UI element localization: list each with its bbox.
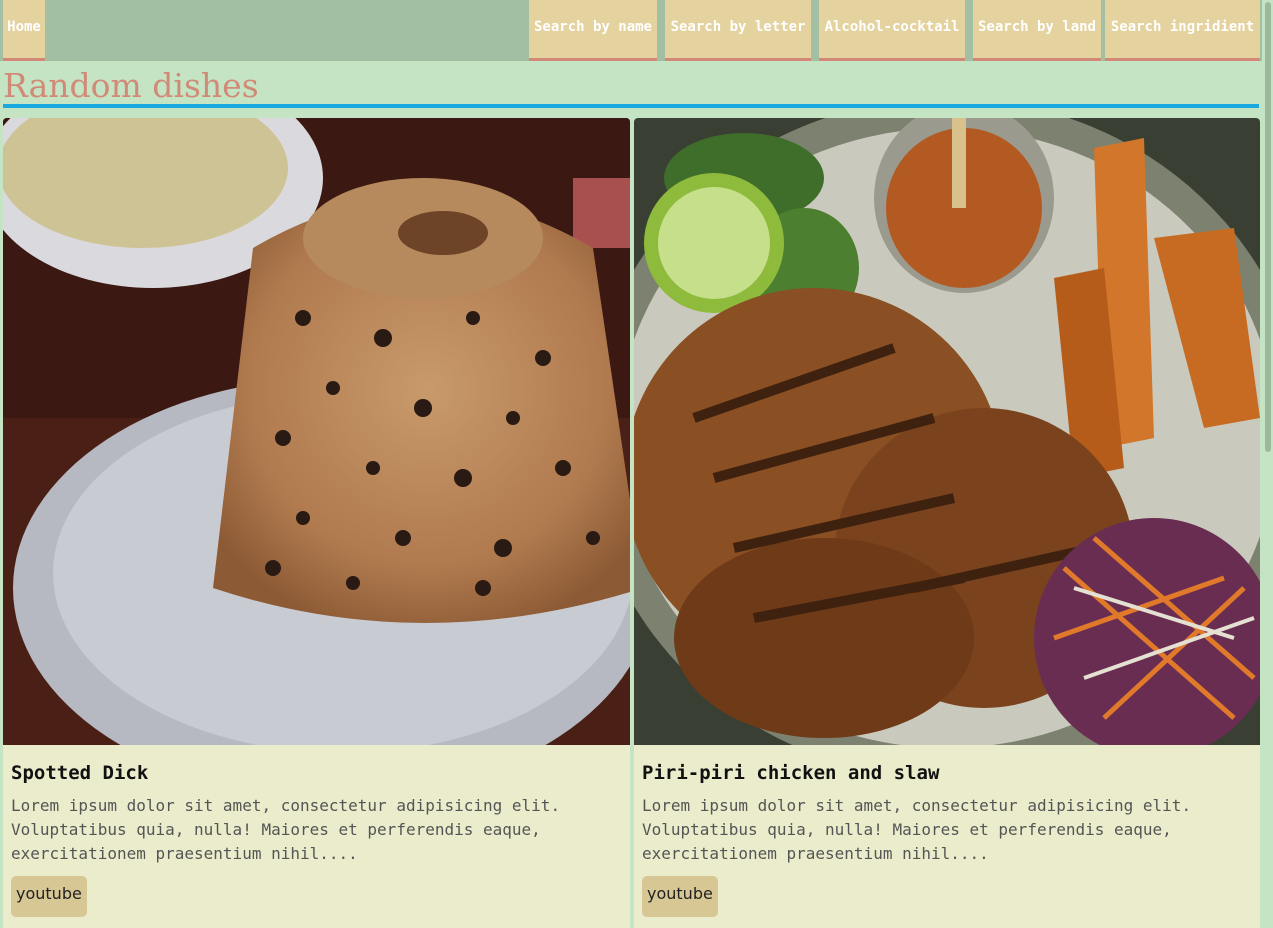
scrollbar-thumb[interactable] [1265, 2, 1271, 452]
spotted-dick-photo [3, 118, 630, 745]
nav-home[interactable]: Home [3, 0, 45, 61]
page-title: Random dishes [3, 64, 1259, 108]
recipe-title: Spotted Dick [11, 762, 149, 784]
nav-search-ingredient[interactable]: Search ingridient [1105, 0, 1260, 61]
nav-search-by-land[interactable]: Search by land [973, 0, 1101, 61]
piri-piri-chicken-photo [634, 118, 1260, 745]
nav-alcohol-cocktail[interactable]: Alcohol-cocktail [819, 0, 965, 61]
recipe-image-spotted-dick[interactable] [3, 118, 630, 745]
recipe-card: Piri-piri chicken and slaw Lorem ipsum d… [634, 118, 1260, 928]
recipe-card: Spotted Dick Lorem ipsum dolor sit amet,… [3, 118, 630, 928]
recipe-description: Lorem ipsum dolor sit amet, consectetur … [642, 796, 1192, 863]
youtube-button[interactable]: youtube [642, 876, 718, 917]
recipe-image-piri-piri-chicken[interactable] [634, 118, 1260, 745]
top-navigation: Home Search by name Search by letter Alc… [0, 0, 1262, 61]
page-scrollbar[interactable] [1262, 0, 1273, 915]
recipe-description: Lorem ipsum dolor sit amet, consectetur … [11, 796, 561, 863]
nav-search-by-letter[interactable]: Search by letter [665, 0, 811, 61]
youtube-button[interactable]: youtube [11, 876, 87, 917]
recipe-title: Piri-piri chicken and slaw [642, 762, 940, 784]
nav-search-by-name[interactable]: Search by name [529, 0, 657, 61]
